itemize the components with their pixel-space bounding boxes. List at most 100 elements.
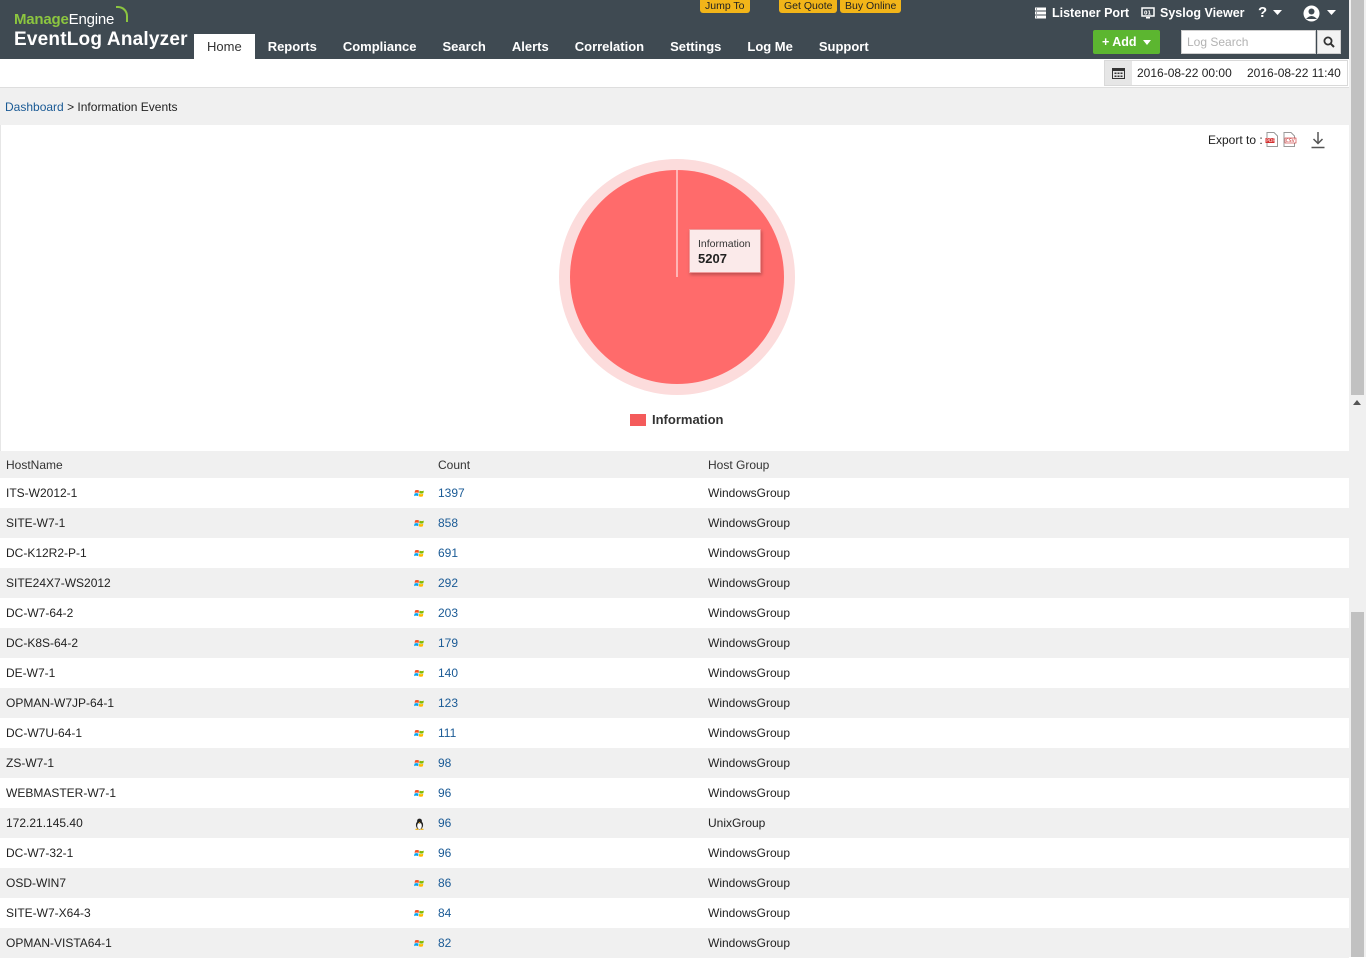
table-row: DE-W7-1 140 WindowsGroup bbox=[0, 658, 1349, 688]
nav-item-compliance[interactable]: Compliance bbox=[330, 34, 430, 59]
host-group-cell: WindowsGroup bbox=[708, 696, 791, 710]
count-link[interactable]: 96 bbox=[438, 846, 451, 860]
add-button[interactable]: + Add bbox=[1093, 30, 1160, 54]
search-button[interactable] bbox=[1317, 30, 1341, 54]
scrollbar-thumb-top[interactable] bbox=[1351, 0, 1364, 395]
table-row: DC-K12R2-P-1 691 WindowsGroup bbox=[0, 538, 1349, 568]
column-header-host-group[interactable]: Host Group bbox=[708, 458, 769, 472]
windows-icon bbox=[414, 908, 425, 919]
nav-item-alerts[interactable]: Alerts bbox=[499, 34, 562, 59]
syslog-viewer-link[interactable]: 01 Syslog Viewer bbox=[1141, 5, 1245, 21]
table-row: SITE-W7-X64-3 84 WindowsGroup bbox=[0, 898, 1349, 928]
count-link[interactable]: 858 bbox=[438, 516, 458, 530]
breadcrumb: Dashboard > Information Events bbox=[0, 88, 1349, 125]
hostname-cell: DC-W7-64-2 bbox=[6, 606, 74, 620]
count-link[interactable]: 86 bbox=[438, 876, 451, 890]
hostname-cell: DC-W7U-64-1 bbox=[6, 726, 83, 740]
host-group-cell: WindowsGroup bbox=[708, 906, 791, 920]
linux-icon bbox=[414, 818, 425, 830]
date-to: 2016-08-22 11:40 bbox=[1247, 66, 1341, 80]
nav-item-settings[interactable]: Settings bbox=[657, 34, 734, 59]
monitor-icon: 01 bbox=[1141, 7, 1155, 19]
hosts-table: HostName Count Host Group ITS-W2012-1 139… bbox=[0, 451, 1349, 958]
csv-export-icon[interactable]: CSV bbox=[1282, 132, 1297, 147]
hostname-cell: 172.21.145.40 bbox=[6, 816, 83, 830]
column-header-count[interactable]: Count bbox=[438, 458, 470, 472]
hostname-cell: SITE-W7-1 bbox=[6, 516, 66, 530]
log-search-input[interactable] bbox=[1181, 30, 1316, 54]
nav-item-support[interactable]: Support bbox=[806, 34, 882, 59]
hostname-cell: DC-W7-32-1 bbox=[6, 846, 74, 860]
download-icon[interactable] bbox=[1310, 131, 1326, 149]
column-header-hostname[interactable]: HostName bbox=[6, 458, 63, 472]
count-link[interactable]: 1397 bbox=[438, 486, 465, 500]
host-group-cell: WindowsGroup bbox=[708, 546, 791, 560]
windows-icon bbox=[414, 848, 425, 859]
listener-port-link[interactable]: Listener Port bbox=[1034, 5, 1129, 21]
calendar-icon[interactable] bbox=[1105, 61, 1132, 85]
breadcrumb-dashboard-link[interactable]: Dashboard bbox=[5, 100, 64, 114]
main-nav: Home Reports Compliance Search Alerts Correla… bbox=[194, 34, 882, 59]
host-group-cell: WindowsGroup bbox=[708, 786, 791, 800]
host-group-cell: WindowsGroup bbox=[708, 516, 791, 530]
host-group-cell: WindowsGroup bbox=[708, 666, 791, 680]
chart-legend[interactable]: Information bbox=[630, 412, 724, 427]
pie-chart bbox=[559, 159, 795, 395]
count-link[interactable]: 203 bbox=[438, 606, 458, 620]
pdf-export-icon[interactable]: PDF bbox=[1265, 132, 1279, 147]
count-link[interactable]: 96 bbox=[438, 816, 451, 830]
table-body: ITS-W2012-1 1397 WindowsGroup SITE-W7-1 858 W… bbox=[0, 478, 1349, 958]
get-quote-button[interactable]: Get Quote bbox=[779, 0, 838, 13]
host-group-cell: WindowsGroup bbox=[708, 486, 791, 500]
count-link[interactable]: 98 bbox=[438, 756, 451, 770]
nav-item-search[interactable]: Search bbox=[430, 34, 499, 59]
scroll-up-arrow-icon[interactable] bbox=[1353, 400, 1361, 405]
nav-item-log-me[interactable]: Log Me bbox=[734, 34, 806, 59]
table-row: DC-W7-64-2 203 WindowsGroup bbox=[0, 598, 1349, 628]
count-link[interactable]: 111 bbox=[438, 726, 456, 740]
count-link[interactable]: 82 bbox=[438, 936, 451, 950]
windows-icon bbox=[414, 518, 425, 529]
date-range-picker[interactable]: 2016-08-22 00:00 2016-08-22 11:40 bbox=[1104, 60, 1348, 86]
windows-icon bbox=[414, 488, 425, 499]
count-link[interactable]: 84 bbox=[438, 906, 451, 920]
host-group-cell: WindowsGroup bbox=[708, 756, 791, 770]
scrollbar-thumb[interactable] bbox=[1351, 612, 1364, 957]
windows-icon bbox=[414, 578, 425, 589]
count-link[interactable]: 691 bbox=[438, 546, 458, 560]
nav-item-reports[interactable]: Reports bbox=[255, 34, 330, 59]
jump-to-button[interactable]: Jump To bbox=[700, 0, 750, 13]
server-icon bbox=[1035, 7, 1046, 19]
tooltip-label: Information bbox=[698, 238, 751, 250]
windows-icon bbox=[414, 788, 425, 799]
count-link[interactable]: 123 bbox=[438, 696, 458, 710]
help-menu[interactable]: ? bbox=[1258, 5, 1287, 21]
windows-icon bbox=[414, 608, 425, 619]
nav-item-correlation[interactable]: Correlation bbox=[562, 34, 657, 59]
host-group-cell: WindowsGroup bbox=[708, 726, 791, 740]
count-link[interactable]: 96 bbox=[438, 786, 451, 800]
count-link[interactable]: 140 bbox=[438, 666, 458, 680]
windows-icon bbox=[414, 668, 425, 679]
nav-item-home[interactable]: Home bbox=[194, 34, 255, 59]
host-group-cell: WindowsGroup bbox=[708, 576, 791, 590]
buy-online-button[interactable]: Buy Online bbox=[840, 0, 902, 13]
tooltip-value: 5207 bbox=[698, 251, 727, 266]
count-link[interactable]: 179 bbox=[438, 636, 458, 650]
svg-text:01: 01 bbox=[1144, 11, 1151, 17]
table-row: ZS-W7-1 98 WindowsGroup bbox=[0, 748, 1349, 778]
count-link[interactable]: 292 bbox=[438, 576, 458, 590]
table-row: SITE-W7-1 858 WindowsGroup bbox=[0, 508, 1349, 538]
chevron-down-icon bbox=[1273, 10, 1283, 15]
export-label: Export to : bbox=[1208, 133, 1263, 147]
hostname-cell: DC-K8S-64-2 bbox=[6, 636, 79, 650]
brand-logo[interactable]: ManageEngine bbox=[14, 11, 114, 28]
svg-text:PDF: PDF bbox=[1266, 138, 1275, 144]
legend-swatch bbox=[630, 413, 646, 426]
user-menu[interactable] bbox=[1303, 5, 1341, 21]
windows-icon bbox=[414, 878, 425, 889]
hostname-cell: DE-W7-1 bbox=[6, 666, 56, 680]
windows-icon bbox=[414, 758, 425, 769]
chevron-down-icon bbox=[1143, 40, 1152, 46]
table-row: OPMAN-W7JP-64-1 123 WindowsGroup bbox=[0, 688, 1349, 718]
